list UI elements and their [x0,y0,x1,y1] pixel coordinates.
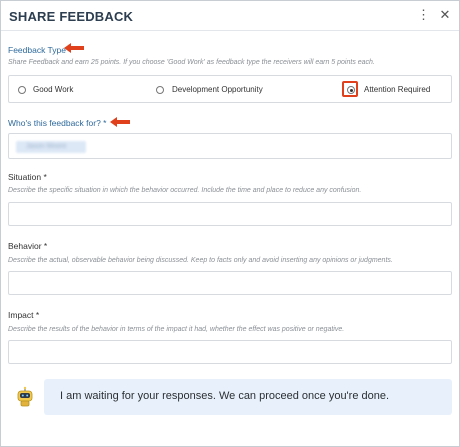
impact-label: Impact * [8,310,40,320]
annotation-arrow-icon [110,117,130,127]
feedback-type-radio-group: Good Work Development Opportunity Attent… [8,75,452,103]
annotation-arrow-icon [64,43,84,53]
share-feedback-dialog: SHARE FEEDBACK ⋮ ✕ Feedback Type Share F… [0,0,460,447]
feedback-type-label: Feedback Type [8,45,66,55]
recipient-label: Who's this feedback for? * [8,118,107,128]
situation-hint: Describe the specific situation in which… [8,187,362,194]
situation-input[interactable] [8,202,452,226]
radio-label-development-opportunity: Development Opportunity [172,85,263,94]
close-icon[interactable]: ✕ [438,7,452,23]
impact-hint: Describe the results of the behavior in … [8,326,345,333]
recipient-name: Jason Moore [26,143,67,150]
dialog-title: SHARE FEEDBACK [9,9,134,24]
radio-good-work[interactable] [18,86,26,94]
behavior-label: Behavior * [8,241,48,251]
dialog-header: SHARE FEEDBACK ⋮ ✕ [1,1,459,31]
robot-icon [17,386,33,407]
annotation-highlight-box [342,81,358,97]
radio-label-good-work: Good Work [33,85,74,94]
situation-label: Situation * [8,172,47,182]
behavior-input[interactable] [8,271,452,295]
assistant-bubble: I am waiting for your responses. We can … [44,379,452,415]
assistant-message: I am waiting for your responses. We can … [8,379,452,415]
radio-label-attention-required: Attention Required [364,85,431,94]
recipient-chip[interactable]: Jason Moore [16,141,86,153]
radio-development-opportunity[interactable] [156,86,164,94]
impact-input[interactable] [8,340,452,364]
more-options-icon[interactable]: ⋮ [417,7,430,23]
feedback-type-hint: Share Feedback and earn 25 points. If yo… [8,59,375,66]
behavior-hint: Describe the actual, observable behavior… [8,257,393,264]
recipient-field[interactable]: Jason Moore [8,133,452,159]
assistant-text: I am waiting for your responses. We can … [60,390,390,402]
